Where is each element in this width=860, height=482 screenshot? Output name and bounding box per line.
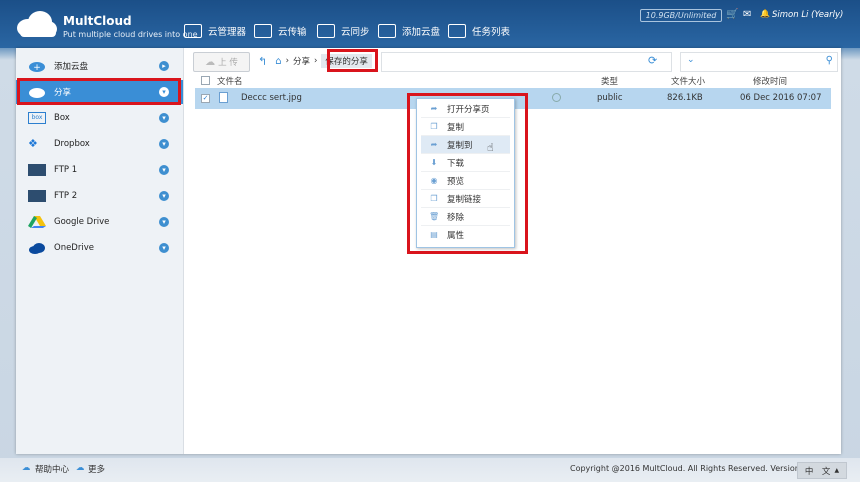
- nav-label: 任务列表: [472, 27, 511, 38]
- search-input[interactable]: ⌄ ⚲: [680, 52, 838, 72]
- message-icon[interactable]: ✉: [743, 9, 751, 20]
- cart-icon[interactable]: 🛒: [726, 9, 738, 20]
- file-size: 826.1KB: [667, 93, 703, 103]
- sidebar-item-label: FTP 1: [54, 165, 78, 175]
- cloud-manager-icon: [184, 24, 202, 38]
- file-modified: 06 Dec 2016 07:07: [740, 93, 822, 103]
- chevron-down-icon[interactable]: ⌄: [687, 55, 695, 65]
- nav-label: 云管理器: [208, 27, 247, 38]
- brand-name: MultCloud: [63, 14, 132, 28]
- sidebar: + 添加云盘 ▸ 分享 ▾ box Box ▾ ❖ Dropbox ▾ FTP …: [16, 48, 184, 454]
- box-icon: box: [28, 112, 46, 124]
- nav-add-cloud[interactable]: 添加云盘: [378, 22, 440, 40]
- breadcrumb-share[interactable]: 分享: [293, 55, 310, 67]
- chevron-down-icon[interactable]: ▾: [159, 165, 169, 175]
- chevron-down-icon[interactable]: ▾: [159, 217, 169, 227]
- footer: ☁ 帮助中心 ☁ 更多 Copyright @2016 MultCloud. A…: [0, 458, 860, 482]
- sidebar-item-ftp-2[interactable]: FTP 2 ▾: [16, 184, 183, 208]
- onedrive-icon: [29, 243, 45, 254]
- highlight-box-context-menu: [407, 93, 528, 254]
- breadcrumb-separator: ›: [285, 56, 289, 66]
- sidebar-item-label: Google Drive: [54, 217, 110, 227]
- column-modified[interactable]: 修改时间: [753, 75, 787, 87]
- language-select[interactable]: 中 文 ▲: [797, 462, 847, 479]
- chevron-down-icon[interactable]: ▾: [159, 139, 169, 149]
- chevron-down-icon[interactable]: ▾: [159, 191, 169, 201]
- nav-transfer[interactable]: 云传输: [254, 22, 307, 40]
- highlight-box-breadcrumb: [327, 49, 378, 72]
- up-arrow-icon[interactable]: ↰: [258, 55, 267, 68]
- google-drive-icon: [28, 216, 46, 228]
- task-list-icon: [448, 24, 466, 38]
- column-name[interactable]: 文件名: [217, 75, 243, 87]
- storage-quota[interactable]: 10.9GB/Unlimited: [640, 9, 722, 22]
- chevron-up-icon: ▲: [834, 467, 840, 474]
- help-center-link[interactable]: 帮助中心: [35, 463, 69, 475]
- dropbox-icon: ❖: [28, 137, 38, 150]
- sidebar-item-label: FTP 2: [54, 191, 78, 201]
- nav-label: 云传输: [278, 27, 307, 38]
- nav-task-list[interactable]: 任务列表: [448, 22, 510, 40]
- nav-label: 云同步: [341, 27, 370, 38]
- brand-tagline: Put multiple cloud drives into one: [63, 30, 198, 39]
- upload-label: 上 传: [218, 58, 238, 68]
- svg-text:+: +: [33, 63, 41, 72]
- select-all-checkbox[interactable]: [201, 76, 210, 85]
- multcloud-logo-icon[interactable]: [14, 10, 58, 38]
- transfer-icon: [254, 24, 272, 38]
- sidebar-item-label: OneDrive: [54, 243, 94, 253]
- sidebar-item-ftp-1[interactable]: FTP 1 ▾: [16, 158, 183, 182]
- sidebar-item-box[interactable]: box Box ▾: [16, 106, 183, 130]
- image-file-icon: [219, 92, 228, 103]
- chevron-right-icon[interactable]: ▸: [159, 61, 169, 71]
- upload-button[interactable]: ☁ 上 传: [193, 52, 250, 72]
- sidebar-item-label: Box: [54, 113, 70, 123]
- add-cloud-icon: +: [29, 62, 45, 72]
- breadcrumb-separator: ›: [314, 56, 318, 66]
- sidebar-item-google-drive[interactable]: Google Drive ▾: [16, 210, 183, 234]
- ftp-icon: [28, 190, 46, 202]
- help-icon[interactable]: ☁: [22, 463, 31, 473]
- ftp-icon: [28, 164, 46, 176]
- column-type[interactable]: 类型: [601, 75, 618, 87]
- sidebar-item-label: Dropbox: [54, 139, 90, 149]
- more-link[interactable]: 更多: [88, 463, 105, 475]
- cloud-upload-icon: ☁: [205, 56, 216, 68]
- sidebar-item-dropbox[interactable]: ❖ Dropbox ▾: [16, 132, 183, 156]
- file-name[interactable]: Deccc sert.jpg: [241, 93, 302, 103]
- sidebar-item-onedrive[interactable]: OneDrive ▾: [16, 236, 183, 260]
- sidebar-item-label: 添加云盘: [54, 62, 89, 72]
- user-menu[interactable]: Simon Li (Yearly): [772, 10, 843, 20]
- home-icon[interactable]: ⌂: [275, 56, 281, 67]
- path-bar[interactable]: [381, 52, 672, 72]
- chevron-down-icon[interactable]: ▾: [159, 113, 169, 123]
- search-icon[interactable]: ⚲: [826, 55, 833, 66]
- copyright: Copyright @2016 MultCloud. All Rights Re…: [570, 464, 823, 473]
- column-size[interactable]: 文件大小: [671, 75, 705, 87]
- nav-label: 添加云盘: [402, 27, 441, 38]
- nav-sync[interactable]: 云同步: [317, 22, 370, 40]
- bell-icon[interactable]: 🔔: [760, 9, 770, 18]
- nav-cloud-manager[interactable]: 云管理器: [184, 22, 246, 40]
- add-cloud-icon: [378, 24, 396, 38]
- highlight-box-share: [17, 78, 181, 105]
- more-icon[interactable]: ☁: [76, 463, 85, 473]
- sync-icon: [317, 24, 335, 38]
- refresh-icon[interactable]: ⟳: [648, 54, 657, 67]
- chevron-down-icon[interactable]: ▾: [159, 243, 169, 253]
- sidebar-item-add-cloud[interactable]: + 添加云盘 ▸: [16, 54, 183, 78]
- language-label: 中 文: [804, 466, 831, 477]
- file-type: public: [597, 93, 623, 103]
- row-dropdown-icon[interactable]: [552, 93, 561, 102]
- row-checkbox[interactable]: ✓: [201, 94, 210, 103]
- file-list-header: 文件名 类型 文件大小 修改时间: [195, 73, 840, 87]
